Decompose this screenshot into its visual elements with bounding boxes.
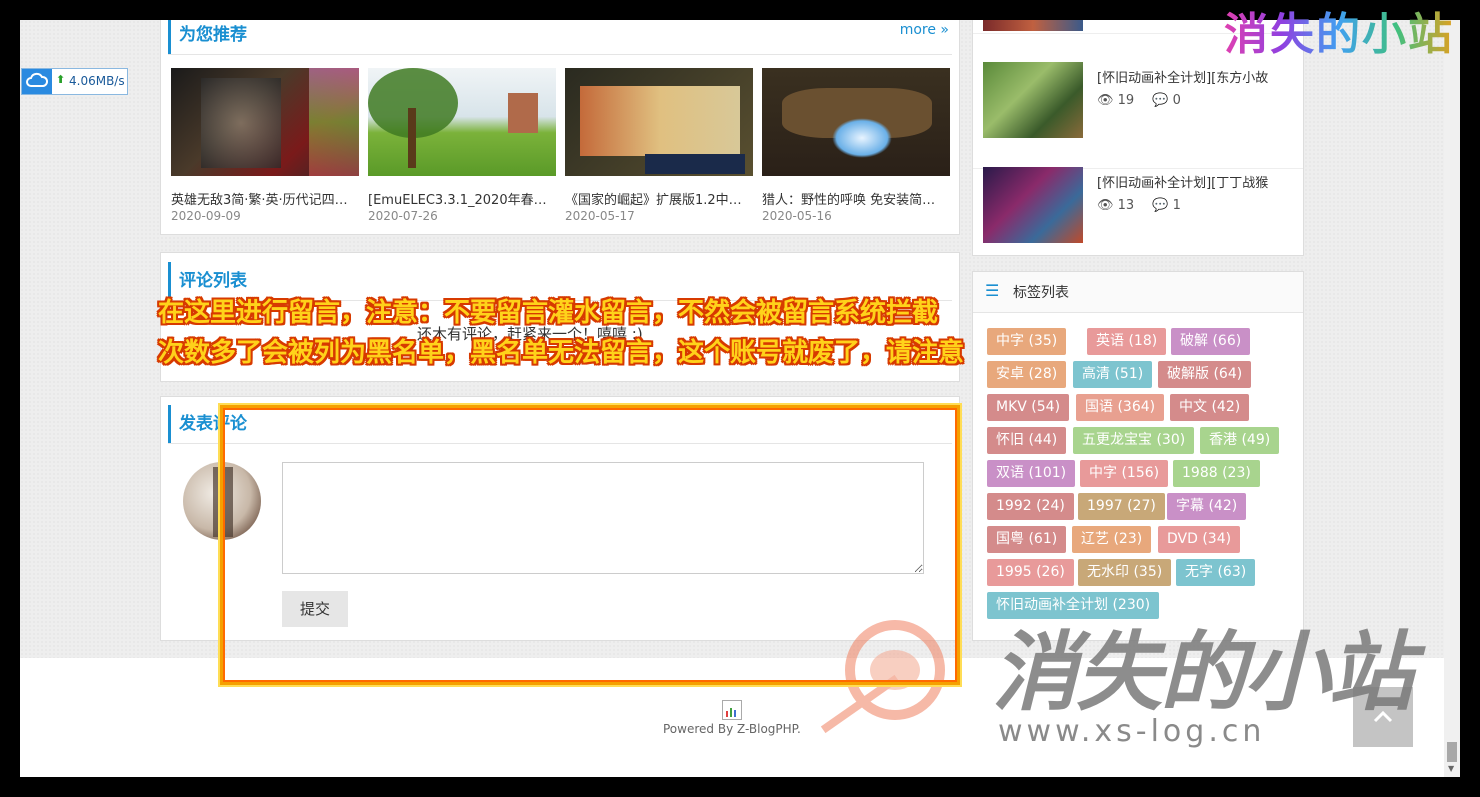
sidebar-article[interactable]: [怀旧动画补全计划][东方小故 👁 19 💬 0	[973, 62, 1303, 169]
powered-by[interactable]: Powered By Z-BlogPHP.	[663, 722, 801, 736]
views-value: 19	[1117, 93, 1135, 108]
tag-item[interactable]: MKV (54)	[987, 394, 1070, 421]
recommend-item-date: 2020-05-16	[762, 209, 832, 223]
recommend-thumb-3[interactable]	[565, 68, 753, 176]
network-speed-widget[interactable]: ⬆ 4.06MB/s	[21, 68, 128, 95]
tag-item[interactable]: 中字 (35)	[987, 328, 1067, 355]
tag-item[interactable]: 辽艺 (23)	[1072, 526, 1152, 553]
tag-item[interactable]: 无字 (63)	[1176, 559, 1256, 586]
recommend-item-title[interactable]: [EmuELEC3.3.1_2020年春…	[368, 189, 556, 208]
tag-item[interactable]: 高清 (51)	[1073, 361, 1153, 388]
recommend-item-title[interactable]: 英雄无敌3简·繁·英·历代记四…	[171, 189, 359, 208]
annotation-line-2: 次数多了会被列为黑名单，黑名单无法留言，这个账号就废了，请注意	[158, 338, 965, 368]
cnzz-stats-icon[interactable]	[722, 700, 742, 720]
tags-header: ☰ 标签列表	[973, 272, 1303, 313]
annotation-line-1: 在这里进行留言，注意：不要留言灌水留言，不然会被留言系统拦截	[158, 298, 939, 328]
tag-item[interactable]: 破解 (66)	[1171, 328, 1251, 355]
tag-item[interactable]: 1992 (24)	[987, 493, 1074, 520]
comment-icon: 💬	[1152, 93, 1169, 108]
comments-value: 0	[1172, 93, 1181, 108]
views-count: 👁 13 💬 1	[1097, 198, 1181, 213]
tag-item[interactable]: 无水印 (35)	[1078, 559, 1172, 586]
divider	[168, 54, 952, 55]
tag-item[interactable]: 破解版 (64)	[1158, 361, 1252, 388]
eye-icon: 👁	[1097, 93, 1114, 108]
more-link[interactable]: more »	[900, 22, 949, 38]
tag-item[interactable]: 五更龙宝宝 (30)	[1073, 427, 1195, 454]
tag-item[interactable]: 国粤 (61)	[987, 526, 1067, 553]
upload-arrow-icon: ⬆	[56, 73, 66, 86]
cloud-icon	[22, 69, 52, 94]
speed-value: 4.06MB/s	[69, 74, 125, 88]
tag-item[interactable]: 安卓 (28)	[987, 361, 1067, 388]
tags-title: 标签列表	[1013, 285, 1069, 301]
recommend-item-title[interactable]: 猎人：野性的呼唤 免安装简…	[762, 189, 950, 208]
browser-viewport: 为您推荐 more » 英雄无敌3简·繁·英·历代记四… [EmuELEC3.3…	[20, 20, 1460, 777]
sidebar-article-thumb[interactable]	[983, 167, 1083, 243]
tags-panel: ☰ 标签列表 中字 (35) 英语 (18) 破解 (66) 安卓 (28) 高…	[972, 271, 1304, 641]
recommend-item-date: 2020-05-17	[565, 209, 635, 223]
tag-item[interactable]: 1997 (27)	[1078, 493, 1165, 520]
sidebar-article-title[interactable]: [怀旧动画补全计划][丁丁战猴	[1097, 172, 1268, 191]
scrollbar-thumb[interactable]	[1447, 742, 1457, 762]
tag-item[interactable]: 中字 (156)	[1080, 460, 1169, 487]
comment-icon: 💬	[1152, 198, 1169, 213]
recommend-thumb-2[interactable]	[368, 68, 556, 176]
recommend-thumb-1[interactable]	[171, 68, 359, 176]
tag-item[interactable]: 中文 (42)	[1170, 394, 1250, 421]
tag-item[interactable]: 双语 (101)	[987, 460, 1076, 487]
recommend-item-date: 2020-07-26	[368, 209, 438, 223]
tag-item[interactable]: 1988 (23)	[1173, 460, 1260, 487]
recommend-title: 为您推荐	[168, 20, 247, 54]
scroll-down-arrow[interactable]: ▼	[1448, 764, 1454, 773]
recommend-item-date: 2020-09-09	[171, 209, 241, 223]
sidebar-article[interactable]: [怀旧动画补全计划][丁丁战猴 👁 13 💬 1	[973, 167, 1303, 273]
tag-item[interactable]: 怀旧 (44)	[987, 427, 1067, 454]
highlight-box	[220, 405, 960, 685]
recommend-panel: 为您推荐 more » 英雄无敌3简·繁·英·历代记四… [EmuELEC3.3…	[160, 20, 960, 235]
watermark-top-text: 消失的小站	[1224, 0, 1454, 62]
tag-item[interactable]: DVD (34)	[1158, 526, 1241, 553]
scrollbar[interactable]: ▼	[1444, 20, 1460, 777]
menu-icon: ☰	[985, 281, 1000, 300]
watermark-url: www.xs-log.cn	[998, 714, 1266, 749]
tag-item[interactable]: 香港 (49)	[1200, 427, 1280, 454]
views-count: 👁 19 💬 0	[1097, 93, 1181, 108]
recommend-thumb-4[interactable]	[762, 68, 950, 176]
tag-item[interactable]: 1995 (26)	[987, 559, 1074, 586]
views-value: 13	[1117, 198, 1135, 213]
eye-icon: 👁	[1097, 198, 1114, 213]
sidebar-article-thumb[interactable]	[983, 20, 1083, 31]
sidebar-article-thumb[interactable]	[983, 62, 1083, 138]
tag-item[interactable]: 国语 (364)	[1076, 394, 1165, 421]
tag-item[interactable]: 字幕 (42)	[1167, 493, 1247, 520]
sidebar-article-title[interactable]: [怀旧动画补全计划][东方小故	[1097, 67, 1268, 86]
watermark-big-text: 消失的小站	[992, 623, 1414, 723]
tag-item[interactable]: 英语 (18)	[1087, 328, 1167, 355]
recommend-item-title[interactable]: 《国家的崛起》扩展版1.2中…	[565, 189, 753, 208]
comments-value: 1	[1172, 198, 1181, 213]
